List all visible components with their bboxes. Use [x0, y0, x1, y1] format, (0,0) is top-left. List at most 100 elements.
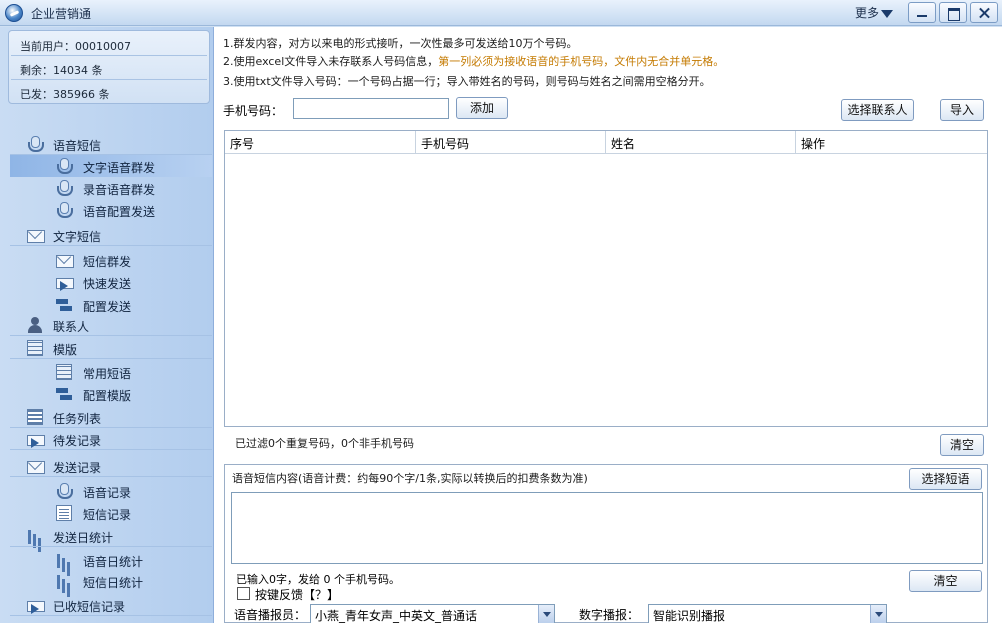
- microphone-icon: [27, 136, 44, 152]
- user-icon: [27, 317, 43, 333]
- sidebar-item-sms-broadcast[interactable]: 短信群发: [10, 249, 212, 271]
- column-header-name[interactable]: 姓名: [606, 131, 796, 154]
- sidebar-item-label: 语音配置发送: [83, 205, 156, 219]
- sidebar-item-send-records[interactable]: 发送记录: [10, 455, 212, 477]
- envelope-icon: [56, 252, 74, 268]
- import-button[interactable]: 导入: [940, 99, 984, 121]
- sidebar-item-label: 联系人: [53, 320, 90, 334]
- sidebar-item-label: 短信记录: [83, 508, 132, 522]
- phone-number-input[interactable]: [293, 98, 449, 119]
- column-header-phone[interactable]: 手机号码: [416, 131, 606, 154]
- sidebar-item-label: 文字语音群发: [83, 161, 156, 175]
- sidebar-item-config-templates[interactable]: 配置模版: [10, 383, 212, 405]
- bar-chart-icon: [56, 552, 72, 568]
- instruction-warning: 第一列必须为接收语音的手机号码，文件内无合并单元格。: [438, 55, 725, 68]
- sidebar-nav: 语音短信 文字语音群发 录音语音群发 语音配置发送 文字短信 短信群发 快速发送: [0, 27, 214, 623]
- swap-arrows-icon: [56, 386, 72, 402]
- select-contacts-button[interactable]: 选择联系人: [841, 99, 914, 121]
- sidebar-item-label: 模版: [53, 343, 78, 357]
- sidebar-item-templates[interactable]: 模版: [10, 337, 212, 359]
- digit-broadcast-value: 智能识别播报: [653, 609, 726, 623]
- sidebar-item-text-sms[interactable]: 文字短信: [10, 224, 212, 246]
- envelope-icon: [27, 458, 45, 474]
- add-button[interactable]: 添加: [456, 97, 508, 119]
- sidebar-item-sms-records[interactable]: 短信记录: [10, 502, 212, 524]
- sidebar-item-voice-records[interactable]: 语音记录: [10, 480, 212, 502]
- sidebar-item-recorded-voice-broadcast[interactable]: 录音语音群发: [10, 177, 212, 199]
- sidebar-item-label: 待发记录: [53, 434, 102, 448]
- voice-announcer-select[interactable]: 小燕_青年女声_中英文_普通话: [310, 604, 555, 623]
- close-button[interactable]: [970, 2, 998, 23]
- task-list-icon: [27, 409, 43, 425]
- sidebar-item-label: 文字短信: [53, 230, 102, 244]
- document-icon: [56, 505, 72, 521]
- message-panel: 语音短信内容(语音计费：约每90个字/1条,实际以转换后的扣费条数为准) 已输入…: [224, 464, 988, 623]
- microphone-icon: [56, 483, 73, 499]
- phrase-grid-icon: [56, 364, 72, 380]
- instruction-line-3: 3.使用txt文件导入号码：一个号码占据一行；导入带姓名的号码，则号码与姓名之间…: [223, 75, 711, 88]
- sidebar-item-config-send[interactable]: 配置发送: [10, 294, 212, 316]
- minimize-button[interactable]: [908, 2, 936, 23]
- instruction-line-2: 2.使用excel文件导入未存联系人号码信息，第一列必须为接收语音的手机号码，文…: [223, 53, 724, 69]
- digit-broadcast-label: 数字播报：: [579, 608, 640, 622]
- voice-announcer-label: 语音播报员：: [234, 608, 307, 622]
- sidebar-item-pending-records[interactable]: 待发记录: [10, 428, 212, 450]
- microphone-icon: [56, 202, 73, 218]
- sidebar-item-label: 快速发送: [83, 277, 132, 291]
- table-header: 序号 手机号码 姓名 操作: [225, 131, 987, 154]
- message-content-input[interactable]: [231, 492, 983, 564]
- keypress-feedback-label[interactable]: 按键反馈【？】: [255, 586, 339, 603]
- send-arrow-icon: [56, 274, 74, 291]
- sidebar-item-sms-daily-stats[interactable]: 短信日统计: [10, 570, 212, 592]
- select-phrase-button[interactable]: 选择短语: [909, 468, 982, 490]
- sidebar-item-label: 录音语音群发: [83, 183, 156, 197]
- clear-numbers-button[interactable]: 清空: [940, 434, 984, 456]
- sidebar-item-contacts[interactable]: 联系人: [10, 314, 212, 336]
- microphone-icon: [56, 158, 73, 174]
- chevron-down-icon[interactable]: [538, 605, 554, 623]
- digit-broadcast-select[interactable]: 智能识别播报: [648, 604, 887, 623]
- sidebar-item-label: 任务列表: [53, 412, 102, 426]
- bar-chart-icon: [27, 528, 43, 544]
- app-logo-icon: [5, 4, 23, 22]
- sidebar-item-daily-stats[interactable]: 发送日统计: [10, 525, 212, 547]
- triangle-down-icon: [881, 9, 894, 18]
- sidebar-item-label: 语音记录: [83, 486, 132, 500]
- maximize-button[interactable]: [939, 2, 967, 23]
- inbox-arrow-icon: [27, 597, 45, 614]
- title-bar: 企业营销通 更多: [0, 0, 1002, 26]
- voice-announcer-value: 小燕_青年女声_中英文_普通话: [315, 609, 478, 623]
- sidebar-item-quick-send[interactable]: 快速发送: [10, 271, 212, 293]
- column-header-index[interactable]: 序号: [225, 131, 416, 154]
- sidebar-item-label: 语音短信: [53, 139, 102, 153]
- keypress-feedback-checkbox[interactable]: [237, 587, 250, 600]
- sidebar-item-text-voice-broadcast[interactable]: 文字语音群发: [10, 155, 212, 177]
- sidebar-item-label: 语音日统计: [83, 555, 144, 569]
- char-count-status: 已输入0字，发给 0 个手机号码。: [236, 573, 400, 586]
- template-grid-icon: [27, 340, 43, 356]
- clear-content-button[interactable]: 清空: [909, 570, 982, 592]
- phone-number-label: 手机号码：: [223, 104, 284, 118]
- sidebar-item-common-phrases[interactable]: 常用短语: [10, 361, 212, 383]
- sidebar-item-label: 发送记录: [53, 461, 102, 475]
- sidebar-item-received-sms[interactable]: 已收短信记录: [10, 594, 212, 616]
- sidebar-item-label: 常用短语: [83, 367, 132, 381]
- swap-arrows-icon: [56, 297, 72, 313]
- column-header-action[interactable]: 操作: [796, 131, 987, 154]
- chevron-down-icon[interactable]: [870, 605, 886, 623]
- more-menu-button[interactable]: 更多: [855, 4, 894, 21]
- main-panel: 1.群发内容，对方以来电的形式接听，一次性最多可发送给10万个号码。 2.使用e…: [214, 27, 1002, 623]
- recipient-table[interactable]: 序号 手机号码 姓名 操作: [224, 130, 988, 427]
- pending-mail-icon: [27, 431, 45, 448]
- message-content-label: 语音短信内容(语音计费：约每90个字/1条,实际以转换后的扣费条数为准): [232, 472, 588, 485]
- microphone-icon: [56, 180, 73, 196]
- sidebar-item-voice-config-send[interactable]: 语音配置发送: [10, 199, 212, 221]
- sidebar-item-voice-sms[interactable]: 语音短信: [10, 133, 212, 155]
- sidebar-item-voice-daily-stats[interactable]: 语音日统计: [10, 549, 212, 571]
- sidebar-item-task-list[interactable]: 任务列表: [10, 406, 212, 428]
- sidebar-item-label: 配置模版: [83, 389, 132, 403]
- filter-status: 已过滤0个重复号码，0个非手机号码: [235, 437, 414, 450]
- sidebar-item-label: 已收短信记录: [53, 600, 126, 614]
- app-title: 企业营销通: [31, 7, 92, 21]
- sidebar: 当前用户：00010007 剩余：14034 条 已发：385966 条 语音短…: [0, 27, 214, 623]
